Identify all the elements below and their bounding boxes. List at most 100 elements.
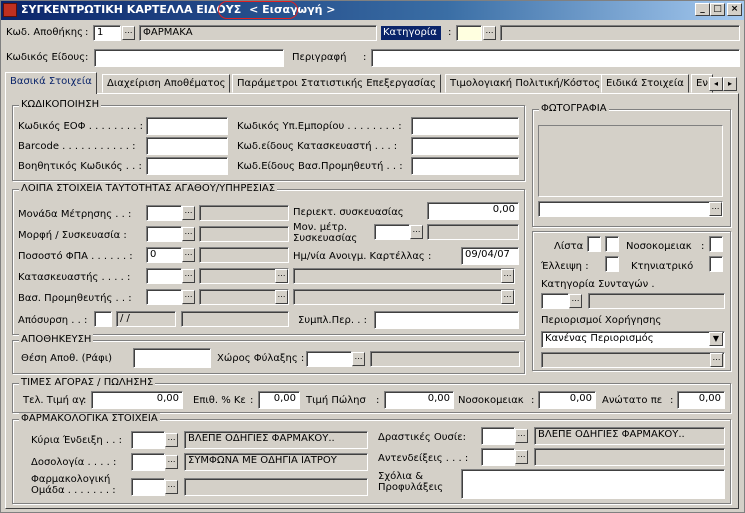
hospital-checkbox[interactable] [709, 236, 723, 252]
category-lookup-button[interactable]: … [483, 26, 496, 40]
category-colon: : [448, 27, 452, 38]
manufacturer-extra-field [293, 268, 515, 284]
tab-statistics[interactable]: Παράμετροι Στατιστικής Επεξεργασίας [232, 74, 441, 93]
photo-browse-button[interactable]: … [709, 202, 722, 216]
tab-stock[interactable]: Διαχείριση Αποθέματος [102, 74, 231, 93]
tab-scroll-right-icon[interactable]: ▸ [723, 77, 737, 91]
chevron-down-icon[interactable]: ▼ [709, 332, 723, 346]
pharma-group-name-field [184, 478, 368, 496]
package-content-input[interactable]: 0,00 [427, 202, 519, 220]
minimize-button[interactable]: _ [695, 3, 710, 16]
supplier-code-input[interactable] [411, 157, 519, 175]
filled-input[interactable] [374, 311, 519, 329]
restrictions-extra-lookup-button[interactable]: … [710, 353, 723, 367]
pharma-group-input[interactable] [131, 478, 165, 496]
substances-input[interactable] [481, 427, 515, 445]
hospital-price-label: Νοσοκομειακ [458, 395, 524, 406]
supplier-lookup-button[interactable]: … [182, 290, 195, 304]
storage-space-lookup-button[interactable]: … [352, 352, 365, 366]
form-label: Μορφή / Συσκευασία : [18, 230, 127, 241]
window: ΣΥΓΚΕΝΤΡΩΤΙΚΗ ΚΑΡΤΕΛΛΑ ΕΙΔΟΥΣ < Εισαγωγή… [0, 0, 745, 513]
dosage-lookup-button[interactable]: … [165, 455, 178, 469]
ministry-code-input[interactable] [411, 117, 519, 135]
markup-input[interactable]: 0,00 [258, 391, 300, 409]
manufacturer-lookup-button[interactable]: … [182, 269, 195, 283]
rx-category-input[interactable] [541, 293, 569, 309]
comments-textarea[interactable] [461, 469, 725, 499]
category-input[interactable] [456, 25, 482, 41]
manufacturer-code-input[interactable] [411, 137, 519, 155]
vet-checkbox[interactable] [709, 256, 723, 272]
package-unit-lookup-button[interactable]: … [410, 225, 423, 239]
package-unit-input[interactable] [374, 224, 410, 240]
last-buy-input[interactable]: 0,00 [91, 391, 183, 409]
item-code-input[interactable] [94, 49, 284, 67]
photo-path-input[interactable] [538, 201, 723, 217]
contraindications-label: Αντενδείξεις . . . : [378, 453, 469, 464]
vat-input[interactable]: 0 [146, 247, 182, 263]
withdrawal-checkbox[interactable] [94, 311, 112, 327]
aux-code-input[interactable] [146, 157, 228, 175]
manufacturer-code-label: Κωδ.είδους Κατασκευαστή . . . : [237, 141, 398, 152]
supplier-extra-lookup-button[interactable]: … [501, 290, 514, 304]
rx-category-lookup-button[interactable]: … [569, 294, 582, 308]
warehouse-lookup-button[interactable]: … [122, 26, 135, 40]
last-buy-colon: : [83, 395, 87, 406]
rx-category-label: Κατηγορία Συνταγών . [541, 279, 655, 290]
shelf-input[interactable] [133, 348, 211, 368]
form-input[interactable] [146, 226, 182, 242]
last-buy-label: Τελ. Τιμή αγ [23, 395, 85, 406]
storage-title: ΑΠΟΘΗΚΕΥΣΗ [19, 334, 94, 346]
close-button[interactable]: × [727, 3, 742, 16]
max-price-input[interactable]: 0,00 [677, 391, 725, 409]
storage-space-name-field [370, 351, 520, 367]
substances-lookup-button[interactable]: … [515, 429, 528, 443]
unit-input[interactable] [146, 205, 182, 221]
sale-price-input[interactable]: 0,00 [384, 391, 454, 409]
hospital-price-colon: : [531, 395, 535, 406]
item-code-colon: : [85, 52, 89, 63]
pharma-group-lookup-button[interactable]: … [165, 480, 178, 494]
supplier-input[interactable] [146, 289, 182, 305]
hospital-flag-colon: : [701, 241, 705, 252]
tab-special[interactable]: Ειδικά Στοιχεία [601, 74, 689, 93]
unit-label: Μονάδα Μέτρησης . . : [18, 209, 132, 220]
contraindications-input[interactable] [481, 448, 515, 466]
item-code-label: Κωδικός Είδους [6, 52, 86, 63]
comments-label-2: Προφυλάξεις [378, 482, 444, 493]
tab-basic[interactable]: Βασικά Στοιχεία [5, 72, 97, 94]
indication-input[interactable] [131, 431, 165, 449]
manufacturer-extra-lookup-button[interactable]: … [501, 269, 514, 283]
barcode-input[interactable] [146, 137, 228, 155]
hospital-price-input[interactable]: 0,00 [538, 391, 596, 409]
list-checkbox-1[interactable] [587, 236, 601, 252]
description-input[interactable] [371, 49, 740, 67]
tab-scroll-left-icon[interactable]: ◂ [709, 77, 723, 91]
photo-frame[interactable] [538, 125, 723, 197]
open-date-input[interactable]: 09/04/07 [461, 247, 519, 265]
list-checkbox-2[interactable] [605, 236, 619, 252]
manufacturer-name-lookup-button[interactable]: … [275, 269, 288, 283]
vat-lookup-button[interactable]: … [182, 248, 195, 262]
warehouse-colon: : [85, 27, 89, 38]
shortage-checkbox[interactable] [605, 256, 619, 272]
shortage-label: Έλλειψη : [541, 261, 589, 272]
storage-space-input[interactable] [306, 351, 352, 367]
list-label: Λίστα : [554, 241, 590, 252]
indication-lookup-button[interactable]: … [165, 433, 178, 447]
eof-input[interactable] [146, 117, 228, 135]
tab-pricing[interactable]: Τιμολογιακή Πολιτική/Κόστος [445, 74, 606, 93]
pharma-group-label-2: Ομάδα . . . . . . . : [31, 485, 116, 496]
dosage-input[interactable] [131, 453, 165, 471]
unit-lookup-button[interactable]: … [182, 206, 195, 220]
form-lookup-button[interactable]: … [182, 227, 195, 241]
restrictions-label: Περιορισμοί Χορήγησης [541, 315, 662, 326]
warehouse-code-input[interactable]: 1 [93, 25, 121, 41]
restrictions-select[interactable]: Κανένας Περιορισμός [541, 331, 725, 348]
contraindications-lookup-button[interactable]: … [515, 450, 528, 464]
manufacturer-input[interactable] [146, 268, 182, 284]
description-colon: : [363, 52, 367, 63]
max-price-label: Ανώτατο πε [602, 395, 663, 406]
maximize-button[interactable]: □ [710, 3, 725, 16]
supplier-name-lookup-button[interactable]: … [275, 290, 288, 304]
